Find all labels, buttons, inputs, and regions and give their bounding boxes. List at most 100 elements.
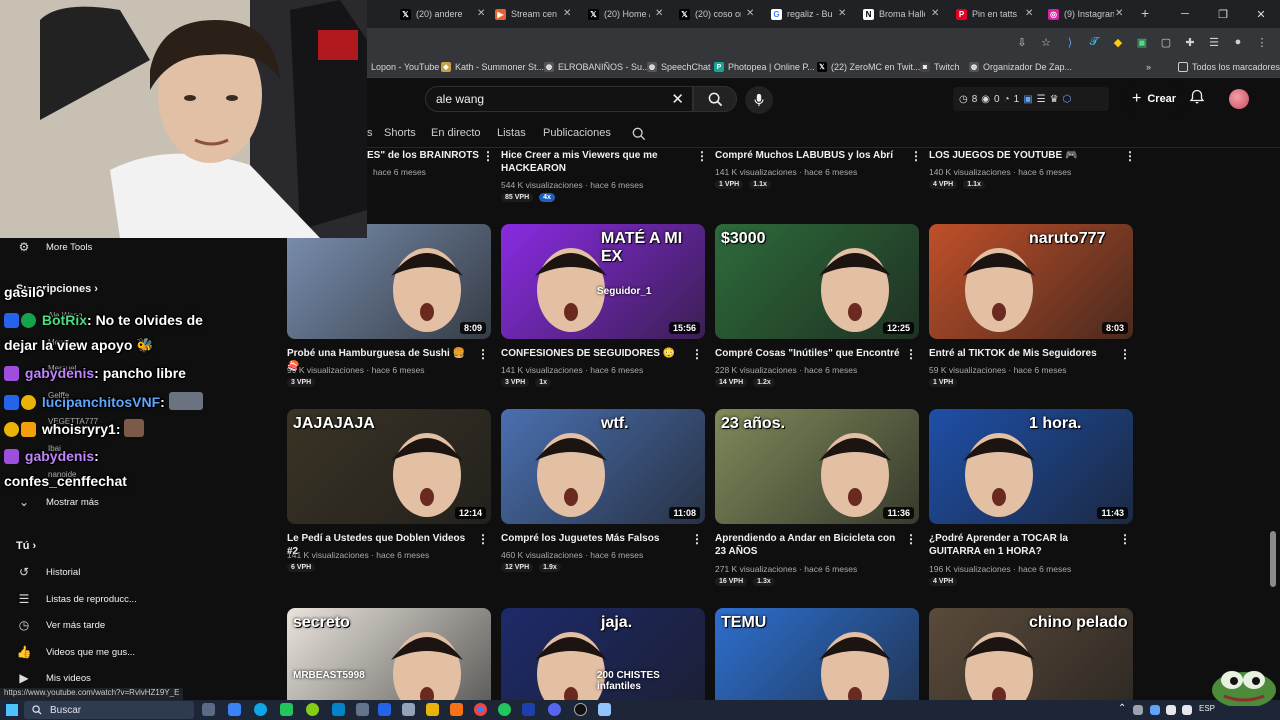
browser-tab[interactable]: 𝕏 (20) Home / (588, 4, 650, 24)
app-icon[interactable] (306, 703, 319, 716)
sidebar-item-playlists[interactable]: ☰ Listas de reproducc... (16, 590, 137, 608)
video-title[interactable]: Compré Muchos LABUBUS y los Abrí (715, 149, 893, 162)
bookmark-item[interactable]: Lopon - YouTube (371, 60, 439, 74)
sidebar-you-heading[interactable]: Tú › (16, 540, 36, 552)
tab-posts[interactable]: Publicaciones (543, 127, 611, 139)
more-options-icon[interactable]: ⋮ (1119, 532, 1131, 546)
new-tab-button[interactable]: + (1141, 5, 1149, 21)
minimize-icon[interactable]: ─ (1166, 0, 1204, 28)
more-options-icon[interactable]: ⋮ (1119, 347, 1131, 361)
video-thumbnail[interactable]: 1 hora. 11:43 (929, 409, 1133, 524)
more-options-icon[interactable]: ⋮ (477, 532, 489, 546)
notepad-icon[interactable] (598, 703, 611, 716)
close-tab-icon[interactable]: ✕ (477, 8, 485, 19)
search-button[interactable] (693, 86, 737, 112)
video-title[interactable]: Aprendiendo a Andar en Bicicleta con 23 … (715, 532, 901, 558)
browser-tab[interactable]: ◎ (9) Instagran (1048, 4, 1114, 24)
browser-tab[interactable]: ▶ Stream cenf (495, 4, 557, 24)
bookmark-item[interactable]: ◍ ELROBANIÑOS - Su... (544, 60, 650, 74)
tray-icon[interactable] (1150, 705, 1160, 715)
close-tab-icon[interactable]: ✕ (746, 8, 754, 19)
extension-stats-bar[interactable]: ◷ 8 ◉ 0 ◔ 1 ▣ ☰ ♛ ⬡ (953, 87, 1109, 111)
bookmark-item[interactable]: ◍ Organizador De Zap... (969, 60, 1072, 74)
clear-search-icon[interactable]: ✕ (671, 90, 684, 108)
more-options-icon[interactable]: ⋮ (691, 347, 703, 361)
browser-tab[interactable]: G regaliz - Bu (771, 4, 833, 24)
app-icon[interactable] (332, 703, 345, 716)
browser-tab[interactable]: N Broma Hallo (863, 4, 925, 24)
bookmarks-overflow[interactable]: » (1146, 60, 1151, 74)
app-icon[interactable] (280, 703, 293, 716)
browser-tab[interactable]: 𝕏 (20) coso or (679, 4, 741, 24)
tab-live[interactable]: En directo (431, 127, 481, 139)
extension-icon[interactable]: ◆ (1110, 34, 1126, 50)
task-view-icon[interactable] (202, 703, 215, 716)
video-title[interactable]: Compré Cosas "Inútiles" que Encontré (715, 347, 901, 360)
close-tab-icon[interactable]: ✕ (1115, 8, 1123, 19)
account-avatar[interactable] (1229, 89, 1249, 109)
extension-icon[interactable]: ▣ (1134, 34, 1150, 50)
close-window-icon[interactable]: ✕ (1242, 0, 1280, 28)
bookmark-item[interactable]: ◆ Kath - Summoner St... (441, 60, 544, 74)
video-thumbnail[interactable]: JAJAJAJA 12:14 (287, 409, 491, 524)
show-more-button[interactable]: ⌄ Mostrar más (16, 493, 99, 511)
obs-icon[interactable] (574, 703, 587, 716)
browser-tab[interactable]: 𝕏 (20) andere (400, 4, 472, 24)
app-icon[interactable] (378, 703, 391, 716)
sidebar-item-my-videos[interactable]: ▶ Mis videos (16, 669, 91, 687)
install-app-icon[interactable]: ⇩ (1014, 34, 1030, 50)
tray-chevron-icon[interactable]: ⌃ (1118, 703, 1126, 714)
close-tab-icon[interactable]: ✕ (563, 8, 571, 19)
menu-dots-icon[interactable]: ⋮ (1254, 34, 1270, 50)
restore-icon[interactable]: ❐ (1204, 0, 1242, 28)
all-bookmarks-folder[interactable]: Todos los marcadores (1178, 60, 1280, 74)
close-tab-icon[interactable]: ✕ (931, 8, 939, 19)
app-icon[interactable] (450, 703, 463, 716)
bookmark-item[interactable]: ◍ SpeechChat (647, 60, 711, 74)
close-tab-icon[interactable]: ✕ (838, 8, 846, 19)
extension-icon[interactable]: ▢ (1158, 34, 1174, 50)
extension-icon[interactable]: ⟩ (1062, 34, 1078, 50)
close-tab-icon[interactable]: ✕ (655, 8, 663, 19)
reading-list-icon[interactable]: ☰ (1206, 34, 1222, 50)
edge-icon[interactable] (254, 703, 267, 716)
app-icon[interactable] (228, 703, 241, 716)
video-thumbnail[interactable]: 23 años. 11:36 (715, 409, 919, 524)
app-icon[interactable] (356, 703, 369, 716)
video-title[interactable]: CONFESIONES DE SEGUIDORES 😳 (501, 347, 687, 360)
video-title[interactable]: ES" de los BRAINROTS (367, 149, 479, 162)
chrome-icon[interactable] (474, 703, 487, 716)
sidebar-item-liked[interactable]: 👍 Videos que me gus... (16, 643, 136, 661)
tray-icon[interactable] (1182, 705, 1192, 715)
tray-icon[interactable] (1133, 705, 1143, 715)
more-options-icon[interactable]: ⋮ (477, 347, 489, 361)
app-icon[interactable] (522, 703, 535, 716)
more-options-icon[interactable]: ⋮ (905, 347, 917, 361)
tray-icon[interactable] (1166, 705, 1176, 715)
discord-icon[interactable] (548, 703, 561, 716)
bookmark-star-icon[interactable]: ☆ (1038, 34, 1054, 50)
create-button[interactable]: + Crear (1122, 85, 1187, 113)
sidebar-item-more-tools[interactable]: ⚙ More Tools (16, 238, 93, 256)
spotify-icon[interactable] (498, 703, 511, 716)
notifications-bell-icon[interactable] (1189, 89, 1205, 110)
video-title[interactable]: Entré al TIKTOK de Mis Seguidores (929, 347, 1115, 360)
profile-icon[interactable]: ● (1230, 34, 1246, 50)
video-title[interactable]: Hice Creer a mis Viewers que me HACKEARO… (501, 149, 681, 175)
video-thumbnail[interactable]: MATÉ A MI EX Seguidor_1 15:56 (501, 224, 705, 339)
more-options-icon[interactable]: ⋮ (691, 532, 703, 546)
video-title[interactable]: Compré los Juguetes Más Falsos (501, 532, 687, 545)
sidebar-item-history[interactable]: ↺ Historial (16, 563, 80, 581)
bookmark-item[interactable]: 𝕏 (22) ZeroMC en Twit... (817, 60, 920, 74)
video-thumbnail[interactable]: $3000 12:25 (715, 224, 919, 339)
tab-playlists[interactable]: Listas (497, 127, 526, 139)
puzzle-icon[interactable]: ✚ (1182, 34, 1198, 50)
app-icon[interactable] (402, 703, 415, 716)
bookmark-item[interactable]: P Photopea | Online P... (714, 60, 815, 74)
video-thumbnail[interactable]: 8:09 (287, 224, 491, 339)
tab-shorts[interactable]: Shorts (384, 127, 416, 139)
browser-tab[interactable]: P Pin en tatts (956, 4, 1018, 24)
folder-icon[interactable] (426, 703, 439, 716)
extension-icon[interactable]: 𝓣 (1086, 34, 1102, 50)
voice-search-button[interactable] (745, 86, 773, 114)
